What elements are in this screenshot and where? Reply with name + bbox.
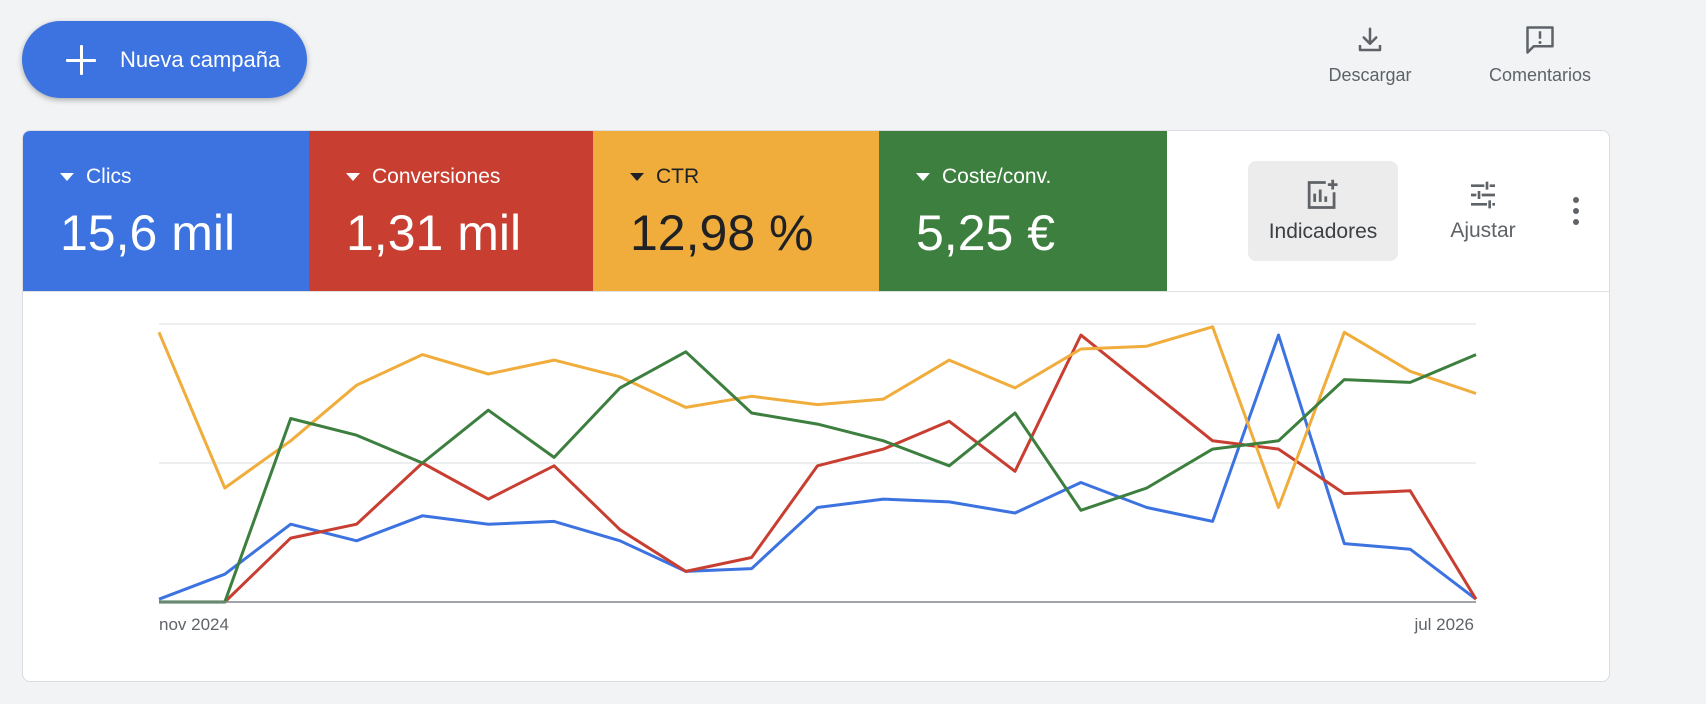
metric-value: 5,25 € xyxy=(916,205,1056,261)
series-layer xyxy=(157,325,1478,604)
more-vert-dot xyxy=(1573,219,1579,225)
tune-icon xyxy=(1471,181,1495,209)
download-icon xyxy=(1358,27,1382,52)
dropdown-arrow-icon xyxy=(346,173,360,181)
indicadores-button[interactable]: Indicadores xyxy=(1248,161,1398,261)
series-line-2 xyxy=(157,325,1477,509)
x-axis-end-label: jul 2026 xyxy=(1413,615,1474,634)
new-campaign-button[interactable]: Nueva campaña xyxy=(22,21,307,98)
metric-value: 12,98 % xyxy=(630,205,814,261)
plus-icon xyxy=(66,44,96,75)
ajustar-label: Ajustar xyxy=(1450,219,1516,242)
metric-tab-ctr[interactable]: CTR 12,98 % xyxy=(593,131,879,291)
more-vert-icon xyxy=(1573,197,1579,203)
metric-value: 15,6 mil xyxy=(60,205,236,261)
feedback-icon xyxy=(1526,26,1554,54)
metric-tabs: Clics 15,6 mil Conversiones 1,31 mil CTR… xyxy=(23,131,1167,291)
metric-tab-clics[interactable]: Clics 15,6 mil xyxy=(23,131,309,291)
series-line-3 xyxy=(159,350,1477,604)
metric-tab-conversiones[interactable]: Conversiones 1,31 mil xyxy=(309,131,593,291)
indicadores-label: Indicadores xyxy=(1268,220,1378,243)
performance-chart: nov 2024 jul 2026 xyxy=(157,323,1478,634)
new-campaign-label: Nueva campaña xyxy=(120,46,281,72)
dropdown-arrow-icon xyxy=(60,173,74,181)
feedback-button[interactable]: Comentarios xyxy=(1470,25,1610,86)
metric-value: 1,31 mil xyxy=(346,205,522,261)
metric-label: Conversiones xyxy=(372,165,501,188)
metric-label: Coste/conv. xyxy=(942,165,1052,188)
series-line-1 xyxy=(159,333,1478,604)
dropdown-arrow-icon xyxy=(630,173,644,181)
metric-label: Clics xyxy=(86,165,132,188)
performance-card: Clics 15,6 mil Conversiones 1,31 mil CTR… xyxy=(22,130,1610,682)
x-axis-start-label: nov 2024 xyxy=(159,615,229,634)
more-options-button[interactable] xyxy=(1556,191,1596,231)
ajustar-button[interactable]: Ajustar xyxy=(1418,161,1548,261)
more-vert-dot xyxy=(1573,208,1579,214)
add-chart-icon xyxy=(1307,179,1338,209)
feedback-label: Comentarios xyxy=(1488,65,1592,85)
download-label: Descargar xyxy=(1328,65,1412,85)
metric-tab-coste-conv[interactable]: Coste/conv. 5,25 € xyxy=(879,131,1167,291)
dropdown-arrow-icon xyxy=(916,173,930,181)
download-button[interactable]: Descargar xyxy=(1310,25,1430,86)
metric-label: CTR xyxy=(656,165,700,188)
